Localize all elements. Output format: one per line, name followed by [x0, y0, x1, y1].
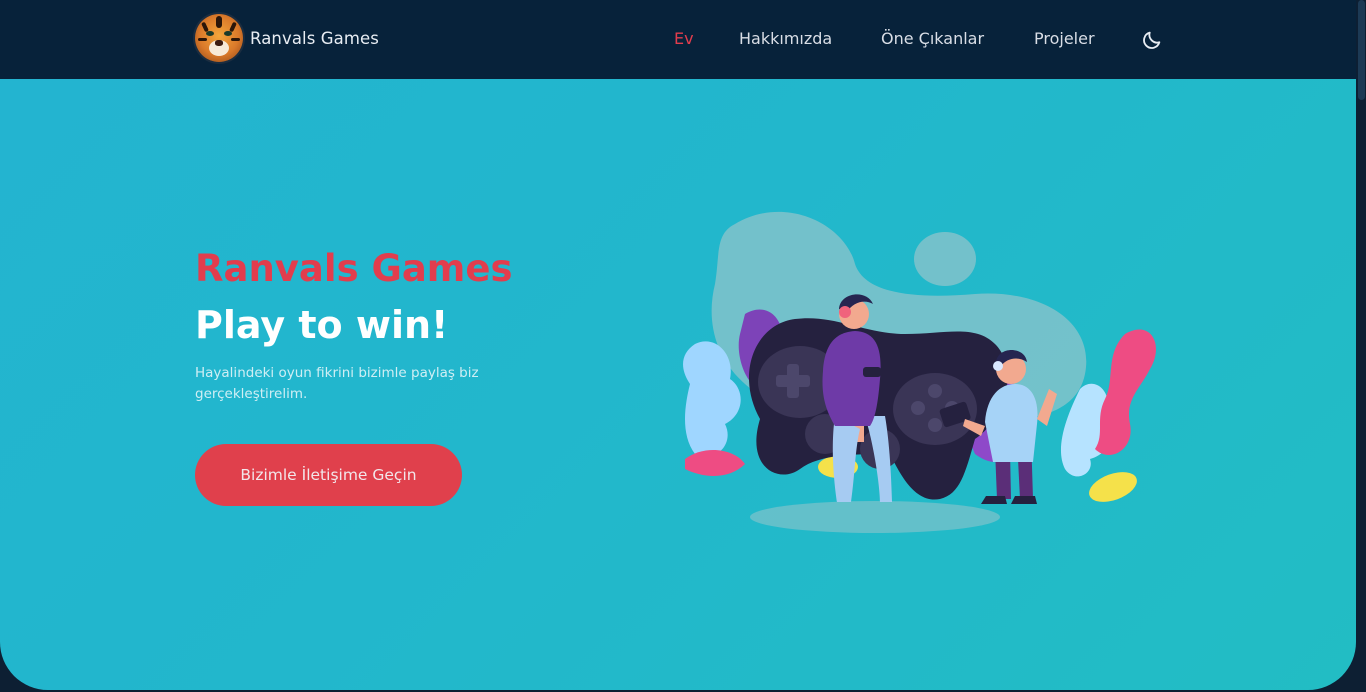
scrollbar[interactable] — [1356, 0, 1366, 692]
brand-name: Ranvals Games — [250, 28, 379, 48]
hero-subtitle: Play to win! — [195, 303, 449, 347]
hero-title: Ranvals Games — [195, 247, 513, 290]
navbar: Ranvals Games Ev Hakkımızda Öne Çıkanlar… — [0, 0, 1356, 79]
nav-item-projeler[interactable]: Projeler — [1034, 29, 1095, 48]
moon-icon[interactable] — [1141, 29, 1163, 51]
gamers-with-controller-illustration — [683, 211, 1156, 533]
tiger-logo-icon — [195, 14, 243, 62]
hero-description: Hayalindeki oyun fikrini bizimle paylaş … — [195, 365, 479, 402]
nav-item-ev[interactable]: Ev — [674, 29, 694, 48]
nav-item-hakkimizda[interactable]: Hakkımızda — [739, 29, 832, 48]
scrollbar-thumb[interactable] — [1358, 0, 1365, 100]
brand[interactable]: Ranvals Games — [195, 14, 379, 62]
contact-us-button[interactable]: Bizimle İletişime Geçin — [195, 444, 462, 506]
nav-item-one-cikanlar[interactable]: Öne Çıkanlar — [881, 29, 984, 48]
hero-section: Ranvals Games Play to win! Hayalindeki o… — [0, 79, 1356, 690]
